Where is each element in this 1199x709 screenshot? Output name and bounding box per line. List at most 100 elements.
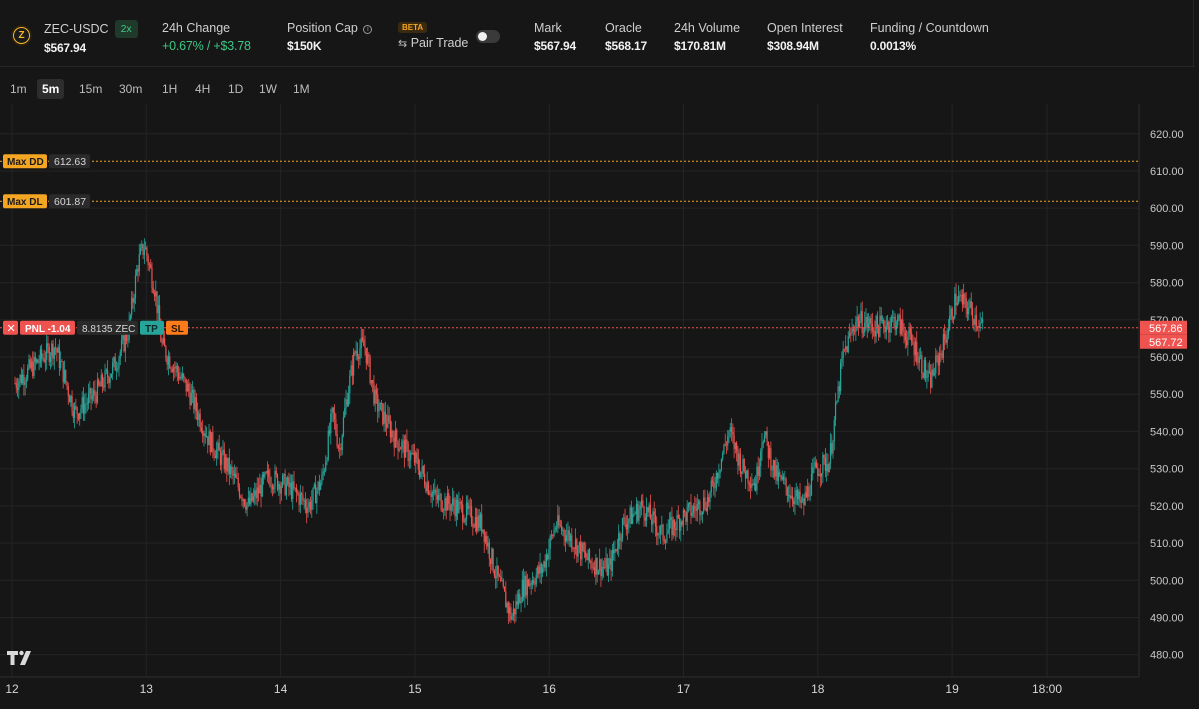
candle-body	[590, 561, 592, 563]
tf-1d[interactable]: 1D	[223, 79, 248, 99]
symbol-block[interactable]: ZEC-USDC 2x $567.94	[44, 20, 138, 56]
price-chart[interactable]: 480.00 490.00 500.00 510.00 520.00 530.00 540.…	[0, 104, 1199, 709]
candle-body	[431, 492, 433, 497]
candle-body	[413, 452, 416, 463]
candle-body	[601, 566, 603, 577]
candle-body	[893, 316, 895, 318]
position-cap-stat: Position Cap i $150K	[287, 20, 373, 54]
candle-body	[803, 498, 805, 505]
tf-1m[interactable]: 1m	[5, 79, 32, 99]
tf-4h[interactable]: 4H	[190, 79, 215, 99]
candle-body	[782, 476, 785, 480]
candle-body	[757, 466, 759, 476]
candle-body	[106, 370, 109, 378]
candle-body	[142, 244, 144, 256]
tf-1w[interactable]: 1W	[254, 79, 282, 99]
candle-body	[913, 344, 915, 356]
symbol-name[interactable]: ZEC-USDC	[44, 22, 109, 36]
candle-body	[227, 457, 229, 472]
candle-body	[332, 407, 334, 413]
candle-body	[35, 359, 38, 362]
candle-body	[62, 361, 64, 383]
candle-body	[572, 548, 574, 550]
candle-body	[966, 307, 969, 315]
candle-body	[331, 407, 333, 415]
candle-body	[810, 474, 813, 496]
candle-body	[649, 504, 651, 520]
candle-body	[86, 403, 88, 405]
candle-body	[104, 370, 106, 388]
leverage-badge[interactable]: 2x	[114, 20, 138, 38]
candle-body	[242, 499, 244, 501]
candle-body	[710, 480, 712, 492]
candle-body	[372, 380, 374, 383]
candle-body	[553, 529, 555, 537]
candle-body	[392, 430, 394, 438]
tradingview-logo[interactable]	[6, 650, 36, 666]
candle-body	[734, 442, 736, 449]
candle-body	[914, 341, 917, 356]
candle-body	[635, 504, 638, 514]
candle-body	[840, 362, 842, 392]
candle-body	[327, 430, 329, 460]
candle-body	[472, 523, 474, 527]
candle-body	[843, 349, 846, 350]
candle-body	[127, 340, 129, 341]
candle-body	[573, 548, 575, 550]
y-tick-label: 540.00	[1150, 426, 1184, 438]
candle-body	[634, 513, 636, 515]
candle-body	[516, 601, 518, 605]
candle-body	[16, 387, 19, 391]
candle-body	[756, 466, 758, 491]
candle-body	[867, 323, 870, 328]
candle-body	[881, 319, 884, 321]
y-tick-label: 520.00	[1150, 501, 1184, 513]
candle-body	[807, 486, 809, 497]
candle-body	[525, 575, 527, 596]
candle-body	[60, 361, 62, 369]
candle-body	[459, 501, 461, 503]
candle-body	[687, 503, 690, 508]
chart-canvas[interactable]: 480.00 490.00 500.00 510.00 520.00 530.00 540.…	[0, 104, 1199, 709]
candle-body	[113, 357, 115, 363]
candle-body	[547, 554, 549, 560]
candle-body	[917, 362, 919, 363]
oracle-label: Oracle	[605, 21, 642, 35]
candle-body	[226, 457, 228, 472]
candle-body	[37, 359, 39, 363]
candle-body	[51, 343, 53, 357]
candle-body	[847, 336, 849, 353]
tf-5m[interactable]: 5m	[37, 79, 65, 99]
candle-body	[519, 593, 521, 604]
info-icon[interactable]: i	[363, 25, 373, 34]
candle-body	[865, 316, 867, 323]
candle-body	[936, 355, 938, 357]
y-tick-label: 550.00	[1150, 389, 1184, 401]
position-cap-label: Position Cap	[287, 21, 358, 35]
pair-trade-toggle[interactable]	[476, 30, 500, 43]
tf-30m[interactable]: 30m	[114, 79, 147, 99]
candle-body	[264, 472, 266, 478]
candle-body	[571, 535, 573, 549]
candle-body	[71, 395, 73, 412]
candle-body	[260, 484, 262, 497]
candle-body	[815, 462, 818, 469]
tf-1h[interactable]: 1H	[157, 79, 182, 99]
candle-body	[444, 498, 446, 511]
candle-body	[837, 386, 839, 402]
candle-body	[294, 487, 296, 489]
candle-body	[774, 460, 776, 477]
candle-body	[592, 567, 594, 569]
candle-body	[180, 376, 182, 379]
candle-body	[640, 500, 643, 506]
candle-body	[558, 515, 560, 526]
tf-15m[interactable]: 15m	[74, 79, 107, 99]
pair-trade[interactable]: ⇆ Pair Trade	[398, 36, 468, 50]
candle-body	[354, 352, 356, 354]
candle-body	[520, 601, 522, 604]
timeframe-bar: 1m 5m 15m 30m 1H 4H 1D 1W 1M	[0, 74, 1199, 102]
candle-body	[33, 356, 35, 376]
candle-body	[899, 314, 901, 334]
tf-1mo[interactable]: 1M	[288, 79, 315, 99]
candle-body	[763, 435, 766, 442]
